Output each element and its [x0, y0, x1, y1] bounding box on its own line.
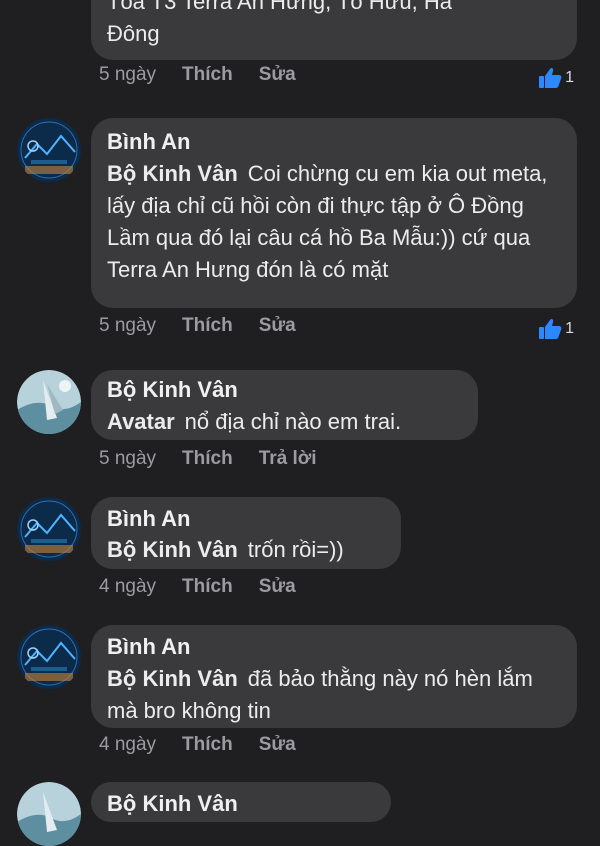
comment-time: 5 ngày: [99, 448, 157, 469]
reaction-count-value: 1: [565, 69, 574, 86]
comment-time: 4 ngày: [99, 734, 157, 755]
like-button[interactable]: Thích: [182, 315, 233, 337]
mention-tag[interactable]: Bộ Kinh Vân: [107, 666, 238, 691]
binh-an-invest-logo: [17, 118, 81, 182]
edit-button[interactable]: Sửa: [259, 315, 296, 337]
comment-time: 5 ngày: [99, 315, 157, 336]
comment-text: nổ địa chỉ nào em trai.: [184, 409, 402, 434]
comment-author[interactable]: Bộ Kinh Vân: [107, 788, 238, 820]
comment-author[interactable]: Bình An: [107, 631, 191, 663]
comment-actions: 4 ngày Thích Sửa: [99, 734, 296, 756]
avatar[interactable]: [17, 782, 81, 846]
comment-text: Tòa T3 Terra An Hưng, Tố Hữu, Hà Đông: [107, 0, 452, 46]
comment-actions: 4 ngày Thích Sửa: [99, 576, 296, 598]
comment-body: Bộ Kinh Vân trốn rồi=)): [107, 534, 397, 566]
comment-bubble: Bộ Kinh Vân Avatar nổ địa chỉ nào em trai…: [91, 370, 478, 440]
avatar[interactable]: [17, 118, 81, 182]
edit-button[interactable]: Sửa: [259, 576, 296, 598]
comment-actions: 5 ngày Thích Sửa: [99, 64, 296, 86]
like-button[interactable]: Thích: [182, 576, 233, 598]
like-button[interactable]: Thích: [182, 64, 233, 86]
thumbs-up-icon: [539, 67, 562, 88]
comment-bubble: Bình An Bộ Kinh Vân Coi chừng cu em kia o…: [91, 118, 577, 308]
avatar[interactable]: [17, 625, 81, 689]
binh-an-invest-logo: [17, 497, 81, 561]
mention-tag[interactable]: Avatar: [107, 409, 175, 434]
reaction-count[interactable]: 1: [537, 317, 574, 341]
thumbs-up-icon: [539, 318, 562, 339]
edit-button[interactable]: Sửa: [259, 64, 296, 86]
comment-text: trốn rồi=)): [247, 537, 344, 562]
comment-bubble: Tòa T3 Terra An Hưng, Tố Hữu, Hà Đông: [91, 0, 577, 60]
edit-button[interactable]: Sửa: [259, 734, 296, 756]
comment-author[interactable]: Bình An: [107, 126, 191, 158]
mention-tag[interactable]: Bộ Kinh Vân: [107, 537, 238, 562]
avatar[interactable]: [17, 497, 81, 561]
avatar[interactable]: [17, 370, 81, 434]
comment-bubble: Bình An Bộ Kinh Vân trốn rồi=)): [91, 497, 401, 569]
comment-bubble: Bộ Kinh Vân: [91, 782, 391, 822]
comment-author[interactable]: Bình An: [107, 503, 191, 535]
comment-bubble: Bình An Bộ Kinh Vân đã bảo thằng này nó h…: [91, 625, 577, 728]
reply-button[interactable]: Trả lời: [259, 448, 317, 470]
comment-time: 4 ngày: [99, 576, 157, 597]
comment-author[interactable]: Bộ Kinh Vân: [107, 374, 238, 406]
like-button[interactable]: Thích: [182, 448, 233, 470]
comment-body: Bộ Kinh Vân Coi chừng cu em kia out meta,…: [107, 158, 562, 286]
reaction-count-value: 1: [565, 320, 574, 337]
comment-actions: 5 ngày Thích Sửa: [99, 315, 296, 337]
binh-an-invest-logo: [17, 625, 81, 689]
landscape-photo: [17, 370, 81, 434]
comment-time: 5 ngày: [99, 64, 157, 85]
comment-body: Avatar nổ địa chỉ nào em trai.: [107, 406, 467, 438]
comment-body: Bộ Kinh Vân đã bảo thằng này nó hèn lắm m…: [107, 663, 562, 727]
reaction-count[interactable]: 1: [537, 66, 574, 90]
comment-actions: 5 ngày Thích Trả lời: [99, 448, 317, 470]
mention-tag[interactable]: Bộ Kinh Vân: [107, 161, 238, 186]
like-button[interactable]: Thích: [182, 734, 233, 756]
landscape-photo: [17, 782, 81, 846]
